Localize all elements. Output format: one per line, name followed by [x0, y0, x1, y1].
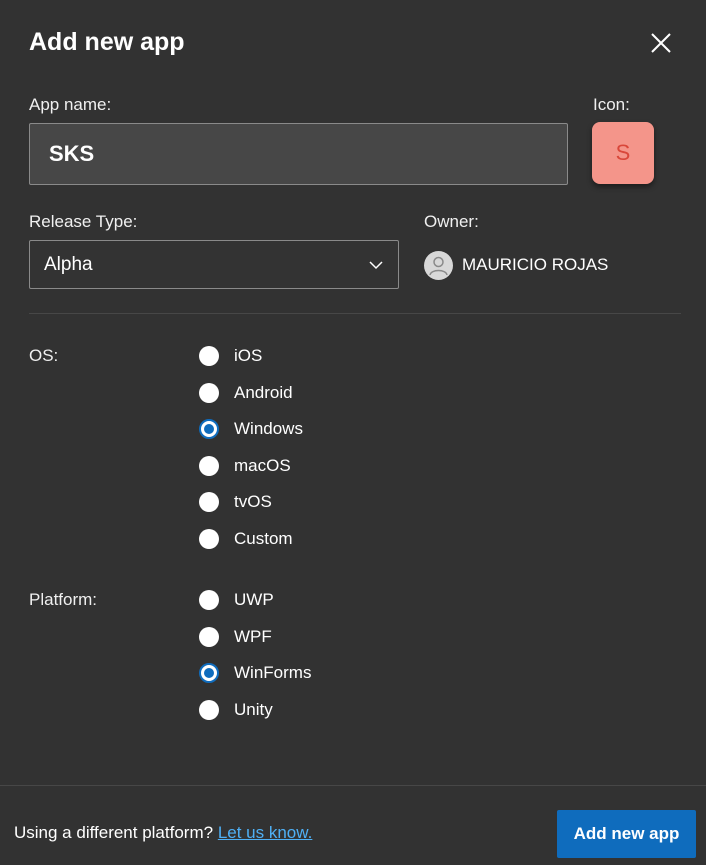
section-divider: [29, 313, 681, 314]
radio-label: UWP: [234, 590, 274, 609]
avatar: [424, 250, 453, 280]
radio-label: Unity: [234, 700, 273, 719]
os-option-windows[interactable]: Windows: [199, 418, 303, 440]
owner-name: MAURICIO ROJAS: [462, 255, 609, 274]
os-option-tvos[interactable]: tvOS: [199, 491, 272, 513]
release-type-value: Alpha: [44, 253, 93, 275]
radio-button[interactable]: [199, 529, 219, 549]
radio-label: WinForms: [234, 663, 312, 682]
platform-option-unity[interactable]: Unity: [199, 699, 273, 721]
owner-label: Owner:: [424, 212, 479, 231]
os-label: OS:: [29, 346, 59, 365]
radio-button-selected[interactable]: [199, 419, 219, 439]
owner-info: MAURICIO ROJAS: [424, 250, 608, 280]
radio-button[interactable]: [199, 492, 219, 512]
radio-button[interactable]: [199, 627, 219, 647]
release-type-label: Release Type:: [29, 212, 138, 231]
dialog-title: Add new app: [29, 28, 185, 56]
footer-prompt: Using a different platform? Let us know.: [14, 823, 312, 843]
icon-label: Icon:: [593, 95, 630, 114]
app-icon-letter: S: [615, 140, 631, 165]
close-icon: [651, 33, 671, 53]
platform-label: Platform:: [29, 590, 98, 609]
chevron-down-icon: [369, 260, 383, 269]
os-option-macos[interactable]: macOS: [199, 455, 291, 477]
radio-button[interactable]: [199, 346, 219, 366]
add-new-app-button[interactable]: Add new app: [557, 810, 696, 858]
radio-button[interactable]: [199, 700, 219, 720]
add-new-app-dialog: Add new app App name: Icon: S Release Ty…: [0, 0, 706, 865]
person-icon: [429, 256, 448, 275]
footer-divider: [0, 785, 706, 786]
radio-label: macOS: [234, 456, 291, 475]
radio-button[interactable]: [199, 456, 219, 476]
let-us-know-link[interactable]: Let us know.: [218, 823, 313, 842]
release-type-dropdown[interactable]: Alpha: [29, 240, 399, 289]
app-icon-picker[interactable]: S: [592, 122, 654, 184]
radio-label: Custom: [234, 529, 293, 548]
radio-label: iOS: [234, 346, 263, 365]
radio-label: Android: [234, 383, 293, 402]
app-name-input[interactable]: [29, 123, 568, 185]
platform-option-winforms[interactable]: WinForms: [199, 662, 311, 684]
radio-button-selected[interactable]: [199, 663, 219, 683]
platform-option-wpf[interactable]: WPF: [199, 626, 272, 648]
platform-option-uwp[interactable]: UWP: [199, 589, 274, 611]
os-option-android[interactable]: Android: [199, 382, 293, 404]
radio-label: WPF: [234, 627, 272, 646]
radio-button[interactable]: [199, 590, 219, 610]
app-name-label: App name:: [29, 95, 112, 114]
radio-label: Windows: [234, 419, 303, 438]
close-button[interactable]: [646, 28, 676, 58]
os-option-custom[interactable]: Custom: [199, 528, 293, 550]
os-option-ios[interactable]: iOS: [199, 345, 262, 367]
radio-button[interactable]: [199, 383, 219, 403]
radio-label: tvOS: [234, 492, 272, 511]
footer-prompt-text: Using a different platform?: [14, 823, 214, 842]
